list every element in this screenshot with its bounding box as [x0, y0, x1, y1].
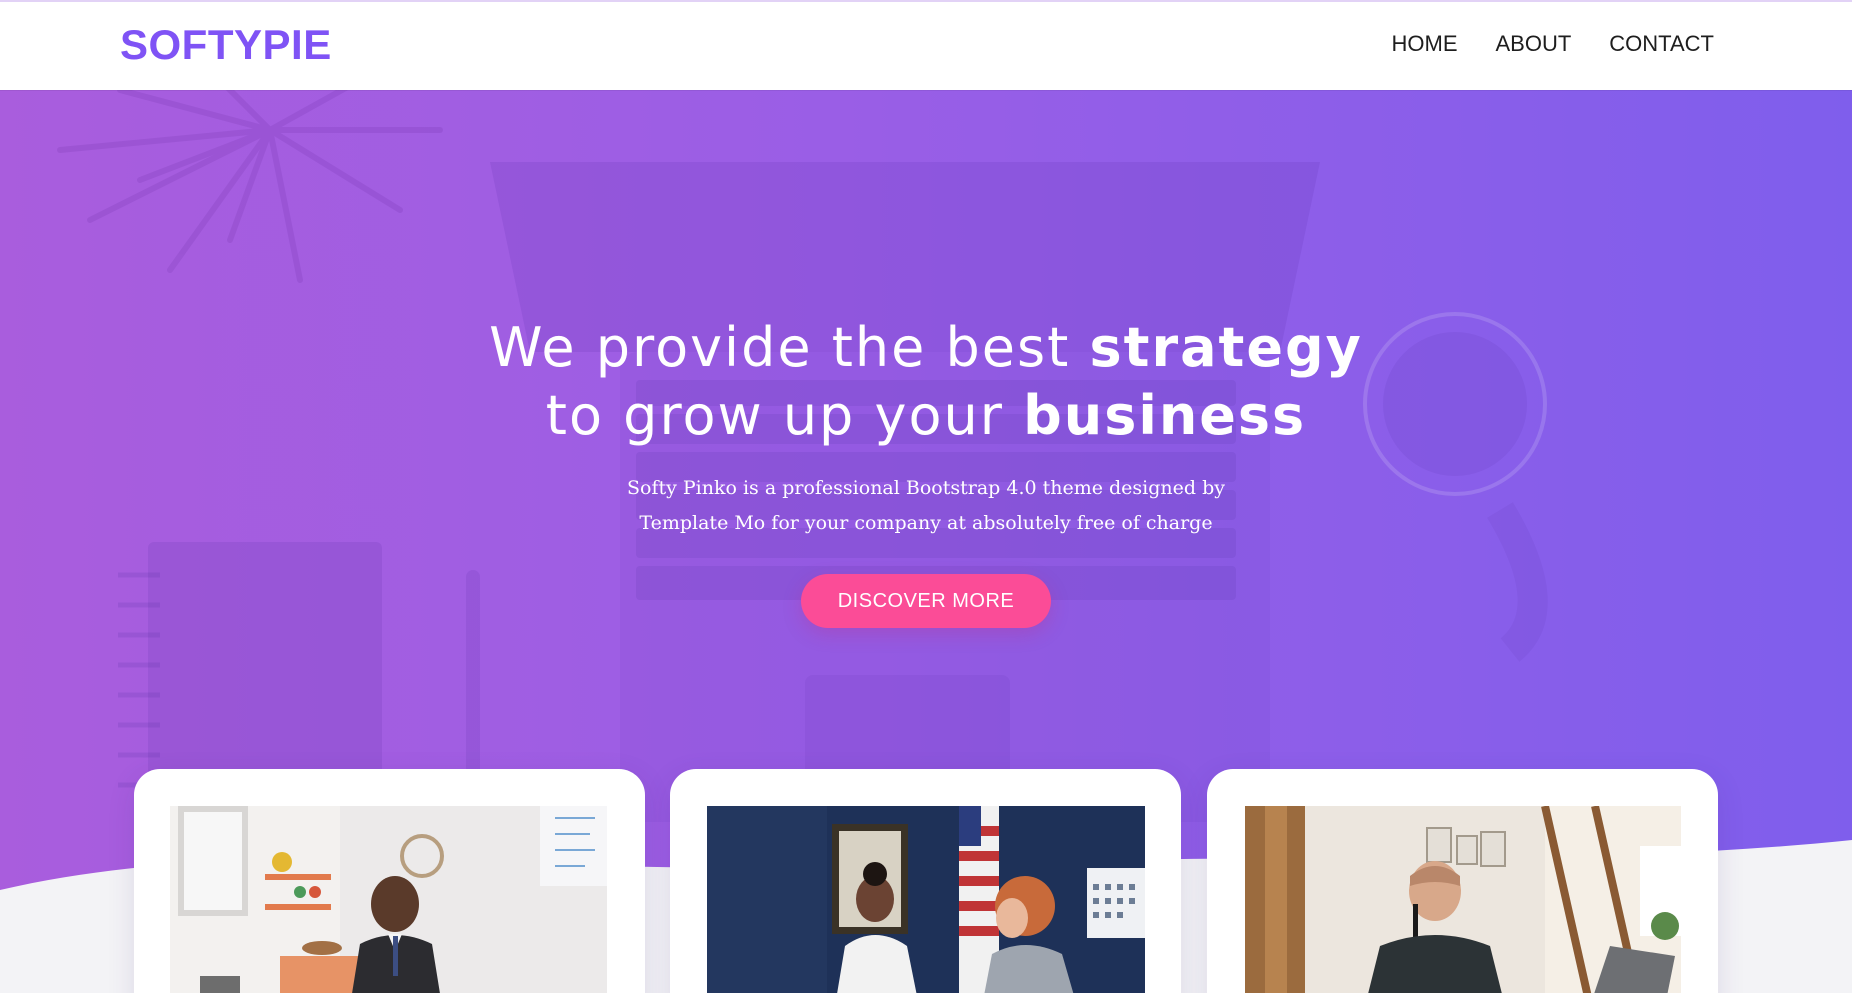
- site-logo[interactable]: SOFTYPIE: [120, 22, 332, 68]
- office-man-in-suit-photo: [170, 806, 607, 993]
- hero-headline: We provide the best strategy to grow up …: [0, 314, 1852, 450]
- hero-description: Softy Pinko is a professional Bootstrap …: [0, 471, 1852, 541]
- headline-business-word: business: [1023, 384, 1307, 448]
- hero-description-line-2: Template Mo for your company at absolute…: [639, 512, 1213, 534]
- two-women-meeting-photo: [707, 806, 1145, 993]
- nav-link-home[interactable]: HOME: [1392, 30, 1458, 58]
- feature-card-2[interactable]: [670, 769, 1181, 993]
- landing-page: SOFTYPIE HOME ABOUT CONTACT We provide t…: [0, 0, 1852, 993]
- woman-working-on-laptop-photo: [1245, 806, 1681, 993]
- feature-card-3[interactable]: [1207, 769, 1718, 993]
- nav-link-about[interactable]: ABOUT: [1496, 30, 1572, 58]
- headline-line-2: to grow up your business: [0, 382, 1852, 450]
- hero-description-line-1: Softy Pinko is a professional Bootstrap …: [627, 477, 1225, 499]
- nav-link-contact[interactable]: CONTACT: [1609, 30, 1714, 58]
- headline-line-1: We provide the best strategy: [0, 314, 1852, 382]
- headline-line-1-text: We provide the best: [489, 316, 1090, 380]
- discover-more-button[interactable]: DISCOVER MORE: [801, 574, 1051, 628]
- navbar: SOFTYPIE HOME ABOUT CONTACT: [0, 0, 1852, 90]
- headline-strategy-word: strategy: [1089, 316, 1363, 380]
- feature-card-1[interactable]: [134, 769, 645, 993]
- headline-line-2-text: to grow up your: [545, 384, 1024, 448]
- top-accent-line: [0, 0, 1852, 2]
- main-nav: HOME ABOUT CONTACT: [1354, 30, 1715, 58]
